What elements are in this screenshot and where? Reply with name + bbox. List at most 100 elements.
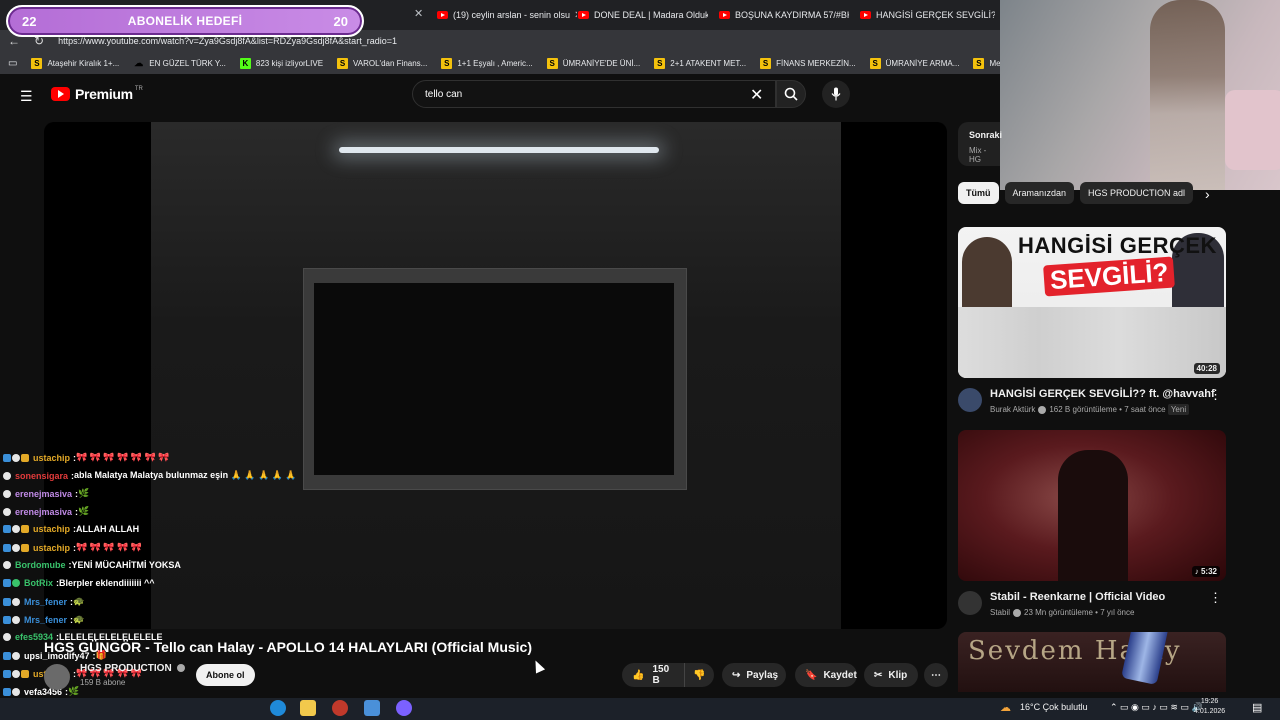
weather-text[interactable]: 16°C Çok bulutlu [1020, 702, 1088, 712]
bookmark-label: Meltem A [989, 58, 1000, 68]
search-input[interactable]: tello can [412, 80, 776, 108]
notification-icon[interactable]: ▤ [1252, 701, 1262, 714]
bookmark-item[interactable]: S Meltem A [973, 57, 1000, 69]
apps-icon[interactable]: ▭ [8, 58, 17, 69]
bookmark-item[interactable]: S FİNANS MERKEZİN... [760, 57, 856, 69]
more-actions-button[interactable]: ⋯ [924, 663, 948, 687]
bookmark-item[interactable]: S ÜMRANİYE ARMA... [869, 57, 959, 69]
close-icon[interactable]: ✕ [574, 10, 577, 21]
subscribe-button[interactable]: Abone ol [196, 664, 255, 686]
browser-tab[interactable]: DONE DEAL | Madara Olduk ✕ [578, 5, 708, 25]
chat-username[interactable]: Mrs_fener [24, 597, 67, 607]
obs-icon[interactable] [332, 700, 348, 716]
channel-name[interactable]: Burak Aktürk [990, 405, 1035, 414]
logo-region: TR [134, 86, 143, 92]
chat-username[interactable]: sonensigara [15, 471, 68, 481]
youtube-logo[interactable]: Premium TR [51, 86, 143, 102]
chat-username[interactable]: ustachip [33, 453, 70, 463]
avatar[interactable] [958, 388, 982, 412]
chat-username[interactable]: erenejmasiva [15, 489, 72, 499]
tab-close-icon[interactable]: ✕ [414, 7, 423, 20]
more-options-icon[interactable]: ⋮ [1209, 590, 1222, 606]
chat-badges [3, 615, 21, 624]
chip-all[interactable]: Tümü [958, 182, 999, 204]
video-title[interactable]: Stabil - Reenkarne | Official Video [990, 591, 1165, 603]
badge-icon [3, 561, 11, 569]
share-button[interactable]: ↪ Paylaş [722, 663, 786, 687]
verified-icon [1038, 405, 1047, 414]
share-icon: ↪ [732, 669, 741, 681]
goal-target: 20 [333, 13, 348, 29]
badge-icon [21, 525, 29, 533]
video-thumbnail[interactable]: ♪ 5:32 [958, 430, 1226, 581]
app-icon[interactable] [364, 700, 380, 716]
menu-icon[interactable]: ☰ [20, 88, 33, 105]
chat-message: erenejmasiva: 🌿 [3, 488, 89, 499]
bookmark-item[interactable]: K 823 kişi izliyorLIVE [239, 57, 323, 69]
bookmark-item[interactable]: S Ataşehir Kiralık 1+... [31, 57, 119, 69]
chevron-right-icon[interactable]: › [1205, 186, 1210, 202]
chat-username[interactable]: Mrs_fener [24, 615, 67, 625]
chat-message: ustachip: 🎀 🎀 🎀 🎀 🎀 🎀 🎀 [3, 452, 169, 463]
video-thumbnail[interactable]: Sevdem Halay [958, 632, 1226, 692]
duration-badge: 40:28 [1193, 363, 1220, 374]
dislike-button[interactable]: 👎 [684, 663, 714, 687]
chat-text: 🎀 🎀 🎀 🎀 🎀 🎀 🎀 [76, 452, 170, 462]
thumbs-down-icon: 👎 [693, 669, 706, 681]
chat-text: 🌿 [78, 506, 90, 516]
like-button[interactable]: 👍 150 B [622, 663, 684, 687]
clip-button[interactable]: ✂ Klip [864, 663, 918, 687]
thumbnail-badge: SEVGİLİ? [1043, 256, 1176, 297]
search-button[interactable] [776, 80, 806, 108]
windows-taskbar [0, 698, 1280, 720]
save-label: Kaydet [823, 669, 857, 681]
badge-icon [3, 633, 11, 641]
save-button[interactable]: 🔖 Kaydet [795, 663, 857, 687]
sofa [1225, 90, 1280, 170]
clear-search-icon[interactable]: ✕ [750, 85, 763, 105]
bookmark-item[interactable]: S ÜMRANİYE'DE ÜNİ... [546, 57, 640, 69]
up-next-panel[interactable]: Sonraki Mix - HG [958, 122, 1002, 166]
system-clock[interactable]: 19:26 4.01.2026 [1194, 697, 1225, 717]
chip-from-search[interactable]: Aramanızdan [1004, 182, 1075, 204]
avatar[interactable] [958, 591, 982, 615]
chip-channel[interactable]: HGS PRODUCTION adl [1080, 182, 1194, 204]
chat-username[interactable]: BotRix [24, 578, 53, 588]
s-icon: S [441, 57, 453, 69]
badge-icon [3, 597, 11, 606]
video-title[interactable]: HANGİSİ GERÇEK SEVGİLİ?? ft. @havvahf [990, 388, 1215, 400]
chat-message: BotRix: Blerpler eklendiiiiiii ^^ [3, 578, 155, 588]
recommendation-item[interactable]: HANGİSİ GERÇEK SEVGİLİ? 40:28 HANGİSİ GE… [958, 227, 1226, 424]
discord-icon[interactable] [396, 700, 412, 716]
channel-avatar[interactable] [44, 664, 70, 690]
bookmark-item[interactable]: ☁ EN GÜZEL TÜRK Y... [133, 58, 226, 69]
subscriber-goal-widget: 22 ABONELİK HEDEFİ 20 [6, 5, 364, 37]
voice-search-button[interactable] [822, 80, 850, 108]
channel-name[interactable]: HGS PRODUCTION [80, 663, 188, 674]
views-age: 23 Mn görüntüleme • 7 yıl önce [1024, 608, 1135, 617]
tray-icons[interactable]: ⌃ ▭ ◉ ▭ ♪ ▭ ≋ ▭ 🔊 [1110, 702, 1203, 713]
views-age: 162 B görüntüleme • 7 saat önce [1049, 405, 1166, 414]
chat-username[interactable]: erenejmasiva [15, 507, 72, 517]
browser-tab[interactable]: (19) ceylin arslan - senin olsu ✕ [437, 5, 577, 25]
badge-icon [12, 543, 20, 552]
bookmark-item[interactable]: S 2+1 ATAKENT MET... [654, 57, 746, 69]
browser-tab[interactable]: BOŞUNA KAYDIRMA 57/#BK ✕ [719, 5, 849, 25]
chat-badges [3, 489, 12, 498]
badge-icon [3, 525, 11, 533]
url-field[interactable]: https://www.youtube.com/watch?v=Zya9Gsdj… [58, 36, 397, 46]
recommendation-item[interactable]: ♪ 5:32 Stabil - Reenkarne | Official Vid… [958, 430, 1226, 627]
bookmark-item[interactable]: S VAROL'dan Finans... [337, 57, 427, 69]
chat-message: vefa3456: 🌿 [3, 686, 79, 697]
recommendation-item[interactable]: Sevdem Halay [958, 632, 1226, 692]
edge-icon[interactable] [270, 700, 286, 716]
video-thumbnail[interactable]: HANGİSİ GERÇEK SEVGİLİ? 40:28 [958, 227, 1226, 378]
browser-tab[interactable]: HANGİSİ GERÇEK SEVGİLİ? ✕ [860, 5, 995, 25]
chat-username[interactable]: Bordomube [15, 560, 66, 570]
chat-username[interactable]: ustachip [33, 543, 70, 553]
channel-name[interactable]: Stabil [990, 608, 1010, 617]
chat-username[interactable]: ustachip [33, 524, 70, 534]
bookmark-item[interactable]: S 1+1 Eşyalı , Americ... [441, 57, 533, 69]
file-explorer-icon[interactable] [300, 700, 316, 716]
more-options-icon[interactable]: ⋮ [1209, 387, 1222, 403]
